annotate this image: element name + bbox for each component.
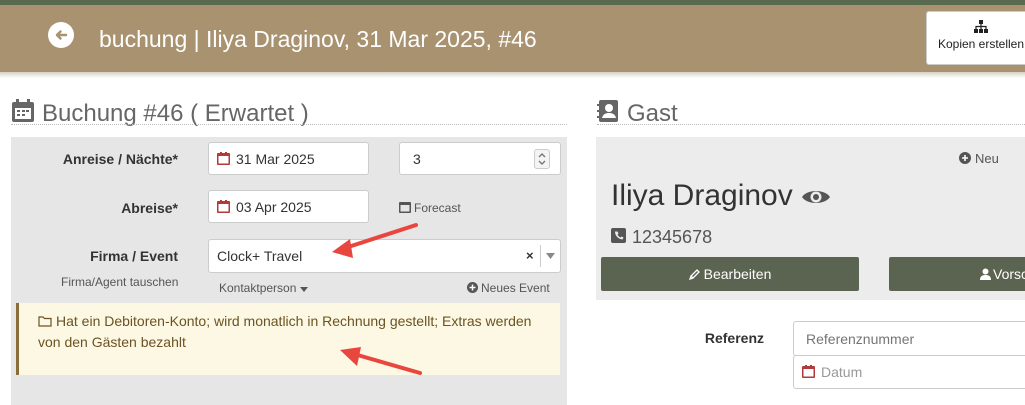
swap-agent-link[interactable]: Firma/Agent tauschen [61, 275, 178, 289]
user-icon [980, 268, 991, 280]
edit-guest-label: Bearbeiten [703, 266, 772, 282]
arrival-label: Anreise / Nächte* [62, 151, 178, 167]
plus-circle-icon [467, 282, 478, 293]
back-arrow-icon[interactable] [48, 22, 74, 48]
nights-field[interactable]: 3 [399, 142, 561, 175]
new-guest-link[interactable]: Neu [975, 151, 999, 166]
header-shadow [0, 72, 1025, 78]
contact-person-dropdown[interactable]: Kontaktperson [219, 281, 308, 295]
reference-date-field[interactable]: Datum [793, 355, 1025, 389]
guest-secondary-label: Vorsc [993, 266, 1025, 282]
departure-label: Abreise* [121, 200, 178, 216]
booking-section-divider [11, 124, 567, 125]
stepper-arrows-icon [538, 153, 546, 165]
alert-text: Hat ein Debitoren-Konto; wird monatlich … [38, 313, 532, 350]
calendar-icon [802, 365, 815, 378]
guest-name: Iliya Draginov [611, 179, 793, 212]
company-select[interactable]: Clock+ Travel × [208, 239, 561, 273]
clear-icon[interactable]: × [526, 248, 534, 263]
phone-icon [611, 228, 626, 243]
guest-section-divider [597, 124, 1025, 125]
nights-stepper[interactable] [534, 149, 550, 169]
select-divider [540, 245, 541, 267]
calendar-icon [217, 200, 230, 213]
create-copies-label: Kopien erstellen [937, 37, 1025, 51]
arrival-date-field[interactable]: 31 Mar 2025 [208, 142, 369, 175]
pencil-icon [688, 269, 700, 281]
eye-icon[interactable] [801, 186, 831, 208]
sitemap-icon [974, 20, 988, 33]
address-book-icon [597, 100, 618, 122]
create-copies-button[interactable]: Kopien erstellen [926, 11, 1025, 65]
page-title: buchung | Iliya Draginov, 31 Mar 2025, #… [99, 26, 537, 52]
chevron-down-icon[interactable] [546, 253, 555, 259]
arrival-date-value: 31 Mar 2025 [236, 151, 315, 167]
forecast-link[interactable]: Forecast [414, 201, 461, 215]
caret-down-icon [299, 287, 308, 292]
account-info-alert: Hat ein Debitoren-Konto; wird monatlich … [16, 303, 560, 375]
company-label: Firma / Event [90, 248, 178, 264]
forecast-calendar-icon [399, 202, 411, 213]
date-placeholder: Datum [821, 364, 863, 380]
new-event-link[interactable]: Neues Event [481, 281, 550, 295]
contact-person-label: Kontaktperson [219, 281, 297, 295]
calendar-icon [217, 152, 230, 165]
edit-guest-button[interactable]: Bearbeiten [601, 257, 859, 291]
calendar-icon [12, 99, 34, 122]
guest-secondary-button[interactable]: Vorsc [889, 257, 1025, 291]
departure-date-value: 03 Apr 2025 [236, 199, 312, 215]
reference-input[interactable] [793, 321, 1025, 356]
departure-date-field[interactable]: 03 Apr 2025 [208, 190, 369, 223]
reference-label: Referenz [704, 330, 764, 346]
folder-icon [38, 316, 52, 327]
guest-phone: 12345678 [632, 227, 713, 247]
plus-circle-icon [959, 152, 971, 164]
company-value: Clock+ Travel [217, 248, 303, 264]
nights-value: 3 [413, 151, 421, 167]
